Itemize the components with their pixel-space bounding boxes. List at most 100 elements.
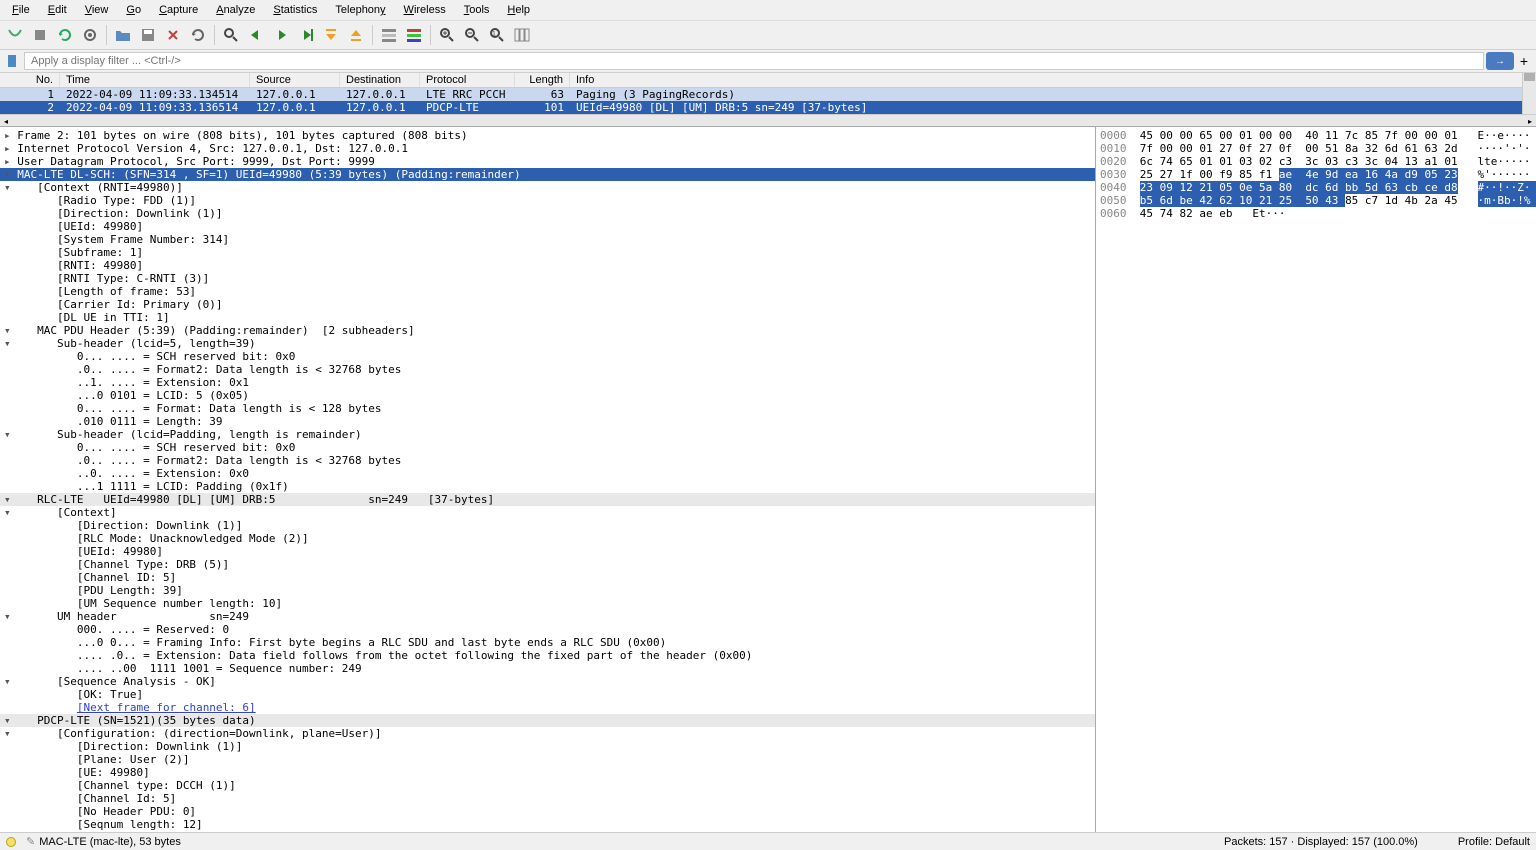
tree-item[interactable]: ..0. .... = Extension: 0x0 xyxy=(0,467,1095,480)
go-forward-icon[interactable] xyxy=(270,24,292,46)
tree-item[interactable]: PDCP-LTE (SN=1521)(35 bytes data) xyxy=(0,714,1095,727)
hex-row[interactable]: 0010 7f 00 00 01 27 0f 27 0f 00 51 8a 32… xyxy=(1100,142,1532,155)
tree-item[interactable]: [DL UE in TTI: 1] xyxy=(0,311,1095,324)
find-packet-icon[interactable] xyxy=(220,24,242,46)
packet-row[interactable]: 1 2022-04-09 11:09:33.134514 127.0.0.1 1… xyxy=(0,88,1536,101)
zoom-out-icon[interactable] xyxy=(461,24,483,46)
menu-help[interactable]: Help xyxy=(499,2,538,18)
tree-item[interactable]: [Context (RNTI=49980)] xyxy=(0,181,1095,194)
col-header-time[interactable]: Time xyxy=(60,73,250,87)
auto-scroll-icon[interactable] xyxy=(378,24,400,46)
tree-item[interactable]: ...1 1111 = LCID: Padding (0x1f) xyxy=(0,480,1095,493)
menu-tools[interactable]: Tools xyxy=(456,2,498,18)
tree-item[interactable]: [Channel Id: 5] xyxy=(0,792,1095,805)
tree-item[interactable]: [Context] xyxy=(0,506,1095,519)
go-back-icon[interactable] xyxy=(245,24,267,46)
menu-capture[interactable]: Capture xyxy=(151,2,206,18)
menu-view[interactable]: View xyxy=(77,2,117,18)
tree-item[interactable]: [UEId: 49980] xyxy=(0,545,1095,558)
tree-item[interactable]: [RNTI Type: C-RNTI (3)] xyxy=(0,272,1095,285)
tree-item[interactable]: User Datagram Protocol, Src Port: 9999, … xyxy=(0,155,1095,168)
tree-item[interactable]: [UE: 49980] xyxy=(0,766,1095,779)
menu-wireless[interactable]: Wireless xyxy=(396,2,454,18)
display-filter-input[interactable] xyxy=(24,52,1484,70)
zoom-reset-icon[interactable]: 1 xyxy=(486,24,508,46)
tree-item[interactable]: [UEId: 49980] xyxy=(0,220,1095,233)
menu-edit[interactable]: Edit xyxy=(40,2,75,18)
menu-analyze[interactable]: Analyze xyxy=(208,2,263,18)
tree-item[interactable]: .0.. .... = Format2: Data length is < 32… xyxy=(0,454,1095,467)
col-header-no[interactable]: No. xyxy=(0,73,60,87)
hex-row[interactable]: 0000 45 00 00 65 00 01 00 00 40 11 7c 85… xyxy=(1100,129,1532,142)
tree-item[interactable]: ..1. .... = Extension: 0x1 xyxy=(0,376,1095,389)
close-file-icon[interactable] xyxy=(162,24,184,46)
tree-item[interactable]: [RNTI: 49980] xyxy=(0,259,1095,272)
tree-item[interactable]: [Subframe: 1] xyxy=(0,246,1095,259)
hex-row[interactable]: 0050 b5 6d be 42 62 10 21 25 50 43 85 c7… xyxy=(1100,194,1532,207)
hex-row[interactable]: 0040 23 09 12 21 05 0e 5a 80 dc 6d bb 5d… xyxy=(1100,181,1532,194)
tree-item[interactable]: [OK: True] xyxy=(0,688,1095,701)
status-profile[interactable]: Profile: Default xyxy=(1458,836,1530,848)
go-last-packet-icon[interactable] xyxy=(345,24,367,46)
tree-item-link[interactable]: [Next frame for channel: 6] xyxy=(0,701,1095,714)
packet-details-pane[interactable]: Frame 2: 101 bytes on wire (808 bits), 1… xyxy=(0,127,1096,832)
packet-row[interactable]: 2 2022-04-09 11:09:33.136514 127.0.0.1 1… xyxy=(0,101,1536,114)
col-header-source[interactable]: Source xyxy=(250,73,340,87)
tree-item[interactable]: [Plane: User (2)] xyxy=(0,753,1095,766)
colorize-icon[interactable] xyxy=(403,24,425,46)
tree-item[interactable]: [Carrier Id: Primary (0)] xyxy=(0,298,1095,311)
tree-item[interactable]: [Channel Type: DRB (5)] xyxy=(0,558,1095,571)
menu-file[interactable]: File xyxy=(4,2,38,18)
tree-item[interactable]: .... ..00 1111 1001 = Sequence number: 2… xyxy=(0,662,1095,675)
expert-info-icon[interactable] xyxy=(6,837,16,847)
tree-item[interactable]: .0.. .... = Format2: Data length is < 32… xyxy=(0,363,1095,376)
hex-row[interactable]: 0020 6c 74 65 01 01 03 02 c3 3c 03 c3 3c… xyxy=(1100,155,1532,168)
col-header-info[interactable]: Info xyxy=(570,73,1536,87)
tree-item[interactable]: [Sequence Analysis - OK] xyxy=(0,675,1095,688)
tree-item[interactable]: ...0 0... = Framing Info: First byte beg… xyxy=(0,636,1095,649)
tree-item[interactable]: [No Header PDU: 0] xyxy=(0,805,1095,818)
tree-item[interactable]: Sub-header (lcid=Padding, length is rema… xyxy=(0,428,1095,441)
resize-columns-icon[interactable] xyxy=(511,24,533,46)
tree-item[interactable]: [System Frame Number: 314] xyxy=(0,233,1095,246)
tree-item[interactable]: .010 0111 = Length: 39 xyxy=(0,415,1095,428)
tree-item[interactable]: [Radio Type: FDD (1)] xyxy=(0,194,1095,207)
stop-capture-icon[interactable] xyxy=(29,24,51,46)
tree-item[interactable]: MAC PDU Header (5:39) (Padding:remainder… xyxy=(0,324,1095,337)
tree-item[interactable]: RLC-LTE UEId=49980 [DL] [UM] DRB:5 sn=24… xyxy=(0,493,1095,506)
packet-list-header[interactable]: No. Time Source Destination Protocol Len… xyxy=(0,73,1536,88)
tree-item[interactable]: ...0 0101 = LCID: 5 (0x05) xyxy=(0,389,1095,402)
go-first-packet-icon[interactable] xyxy=(320,24,342,46)
tree-item[interactable]: 0... .... = Format: Data length is < 128… xyxy=(0,402,1095,415)
hex-row[interactable]: 0060 45 74 82 ae eb Et··· xyxy=(1100,207,1532,220)
capture-file-properties-icon[interactable]: ✎ xyxy=(26,835,35,848)
tree-item[interactable]: [Channel ID: 5] xyxy=(0,571,1095,584)
tree-item[interactable]: [PDU Length: 39] xyxy=(0,584,1095,597)
tree-item[interactable]: [UM Sequence number length: 10] xyxy=(0,597,1095,610)
reload-file-icon[interactable] xyxy=(187,24,209,46)
zoom-in-icon[interactable] xyxy=(436,24,458,46)
col-header-protocol[interactable]: Protocol xyxy=(420,73,515,87)
bookmark-filter-icon[interactable] xyxy=(4,52,22,70)
tree-item[interactable]: MAC-LTE DL-SCH: (SFN=314 , SF=1) UEId=49… xyxy=(0,168,1095,181)
tree-item[interactable]: [Seqnum length: 12] xyxy=(0,818,1095,831)
go-to-packet-icon[interactable] xyxy=(295,24,317,46)
open-file-icon[interactable] xyxy=(112,24,134,46)
start-capture-icon[interactable] xyxy=(4,24,26,46)
tree-item[interactable]: [Direction: Downlink (1)] xyxy=(0,207,1095,220)
menu-go[interactable]: Go xyxy=(118,2,149,18)
capture-options-icon[interactable] xyxy=(79,24,101,46)
menu-telephony[interactable]: Telephony xyxy=(327,2,393,18)
add-filter-button[interactable]: + xyxy=(1516,52,1532,70)
packet-bytes-pane[interactable]: 0000 45 00 00 65 00 01 00 00 40 11 7c 85… xyxy=(1096,127,1536,832)
tree-item[interactable]: 0... .... = SCH reserved bit: 0x0 xyxy=(0,350,1095,363)
tree-item[interactable]: Internet Protocol Version 4, Src: 127.0.… xyxy=(0,142,1095,155)
packet-list-hscrollbar[interactable]: ◂▸ xyxy=(0,114,1536,126)
tree-item[interactable]: [Direction: Downlink (1)] xyxy=(0,740,1095,753)
tree-item[interactable]: [Channel type: DCCH (1)] xyxy=(0,779,1095,792)
tree-item[interactable]: [RLC Mode: Unacknowledged Mode (2)] xyxy=(0,532,1095,545)
save-file-icon[interactable] xyxy=(137,24,159,46)
tree-item[interactable]: Frame 2: 101 bytes on wire (808 bits), 1… xyxy=(0,129,1095,142)
tree-item[interactable]: 000. .... = Reserved: 0 xyxy=(0,623,1095,636)
tree-item[interactable]: [Configuration: (direction=Downlink, pla… xyxy=(0,727,1095,740)
